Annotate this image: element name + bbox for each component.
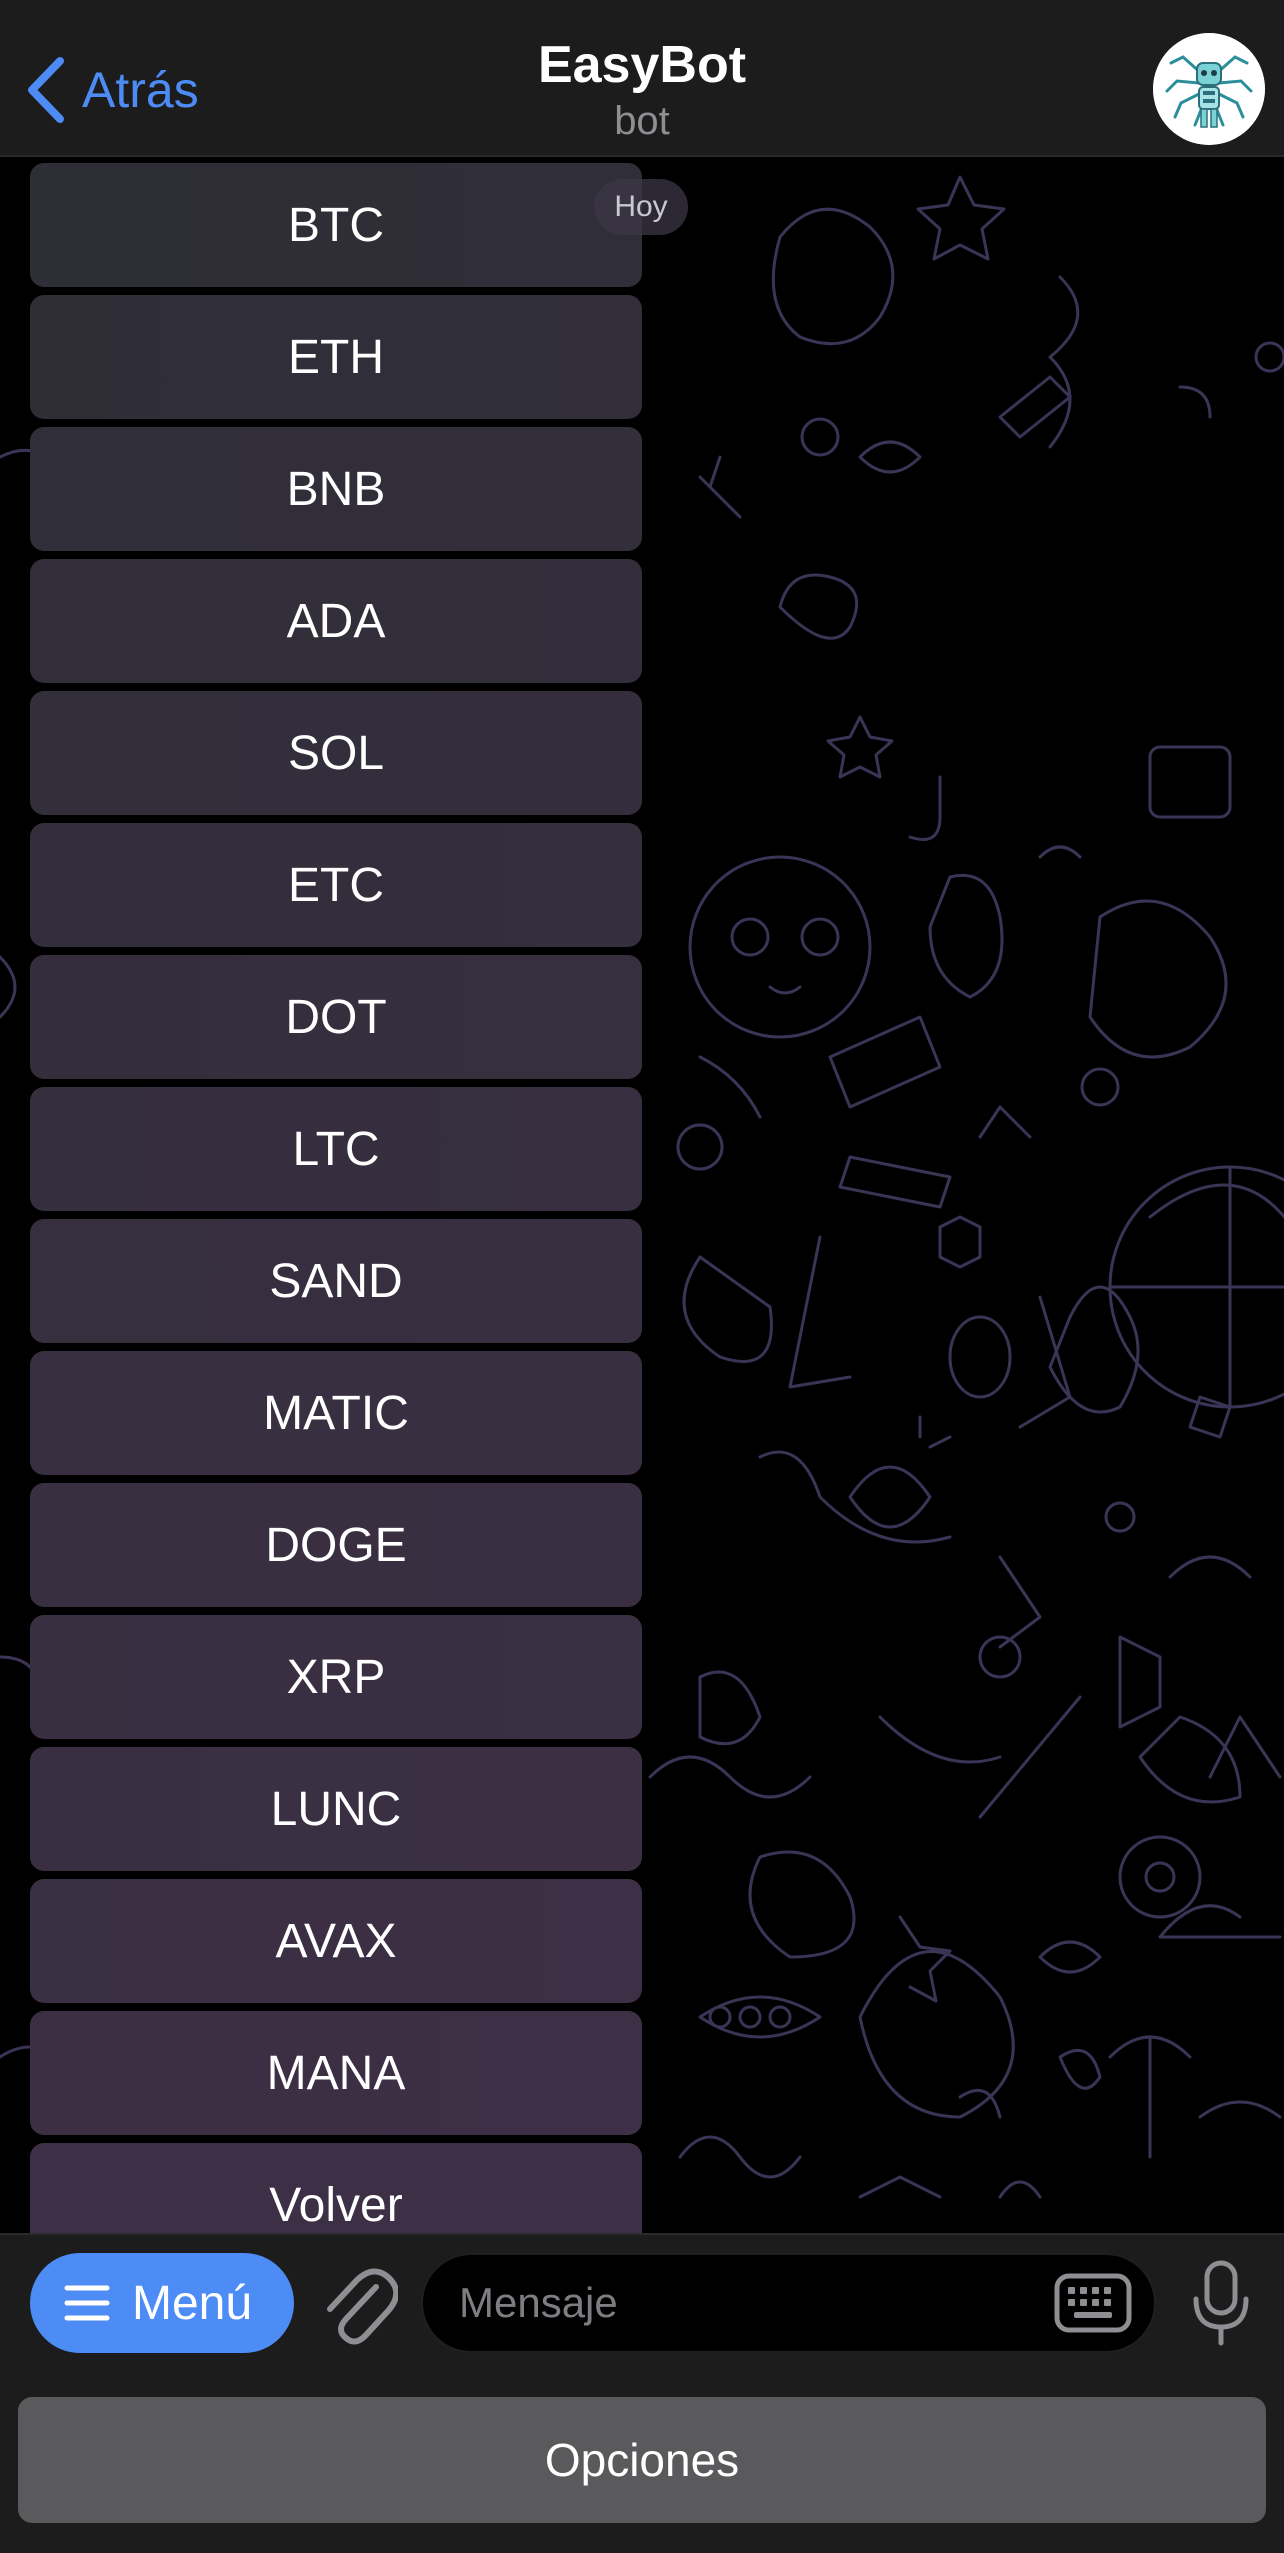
keyboard-button-sand[interactable]: SAND: [30, 1219, 642, 1343]
message-field[interactable]: [421, 2253, 1156, 2353]
keyboard-button-sol[interactable]: SOL: [30, 691, 642, 815]
keyboard-icon[interactable]: [1054, 2273, 1132, 2333]
message-input[interactable]: [459, 2279, 1019, 2327]
keyboard-button-matic[interactable]: MATIC: [30, 1351, 642, 1475]
keyboard-button-volver[interactable]: Volver: [30, 2143, 642, 2233]
options-button[interactable]: Opciones: [18, 2397, 1266, 2523]
bot-keyboard-area: Opciones: [0, 2369, 1284, 2553]
keyboard-button-lunc[interactable]: LUNC: [30, 1747, 642, 1871]
keyboard-button-dot[interactable]: DOT: [30, 955, 642, 1079]
keyboard-button-eth[interactable]: ETH: [30, 295, 642, 419]
date-pill: Hoy: [594, 179, 688, 235]
chat-header: Atrás EasyBot bot: [0, 0, 1284, 157]
chat-title-block[interactable]: EasyBot bot: [0, 36, 1284, 144]
hamburger-icon: [64, 2285, 110, 2321]
keyboard-button-mana[interactable]: MANA: [30, 2011, 642, 2135]
keyboard-button-doge[interactable]: DOGE: [30, 1483, 642, 1607]
paperclip-icon[interactable]: [318, 2257, 398, 2349]
keyboard-button-btc[interactable]: BTC: [30, 163, 642, 287]
input-bar: Menú: [0, 2233, 1284, 2369]
keyboard-button-ada[interactable]: ADA: [30, 559, 642, 683]
keyboard-button-avax[interactable]: AVAX: [30, 1879, 642, 2003]
menu-button[interactable]: Menú: [30, 2253, 294, 2353]
keyboard-button-etc[interactable]: ETC: [30, 823, 642, 947]
keyboard-button-bnb[interactable]: BNB: [30, 427, 642, 551]
reply-keyboard: BTC ETH BNB ADA SOL ETC DOT LTC SAND MATIC DOGE XRP…: [30, 163, 642, 2233]
chat-area[interactable]: Hoy BTC ETH BNB ADA SOL ETC DOT LTC SAND MATIC DOG…: [0, 157, 1284, 2233]
chat-title: EasyBot: [537, 36, 747, 94]
keyboard-button-xrp[interactable]: XRP: [30, 1615, 642, 1739]
chat-subtitle: bot: [614, 99, 670, 143]
menu-label: Menú: [132, 2276, 253, 2330]
microphone-icon[interactable]: [1190, 2257, 1252, 2349]
bot-avatar[interactable]: [1153, 33, 1265, 145]
robot-spider-avatar-icon: [1153, 33, 1265, 145]
keyboard-button-ltc[interactable]: LTC: [30, 1087, 642, 1211]
